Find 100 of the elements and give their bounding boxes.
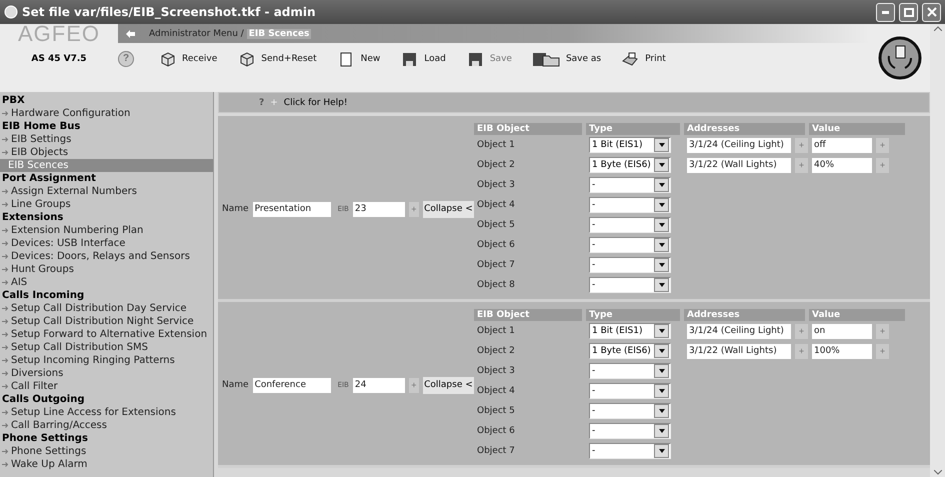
address-field[interactable]: 3/1/24 (Ceiling Light): [687, 324, 791, 338]
help-bar[interactable]: ? + Click for Help!: [218, 92, 930, 113]
type-dropdown[interactable]: -: [589, 423, 671, 439]
sidebar-item[interactable]: EIB Settings: [0, 133, 213, 146]
name-label: Name: [222, 380, 249, 390]
arrow-icon: [2, 188, 9, 194]
address-field[interactable]: 3/1/22 (Wall Lights): [687, 158, 791, 172]
object-label: Object 6: [477, 426, 515, 436]
dropdown-arrow-icon: [658, 243, 664, 247]
type-dropdown[interactable]: -: [589, 197, 671, 213]
toolbar-button[interactable]: Print: [615, 50, 672, 66]
sidebar-section-title: Calls Outgoing: [1, 393, 86, 406]
arrow-icon: [2, 318, 9, 324]
sidebar-item[interactable]: Setup Call Distribution SMS: [0, 341, 213, 354]
sidebar-item[interactable]: Diversions: [0, 367, 213, 380]
sidebar-item[interactable]: Wake Up Alarm: [0, 458, 213, 471]
column-header: Type: [586, 123, 680, 135]
close-button[interactable]: [922, 2, 941, 22]
object-label: Object 6: [477, 240, 515, 250]
window-title: Set file var/files/EIB_Screenshot.tkf - admin: [22, 5, 317, 19]
breadcrumb-current: EIB Scences: [246, 28, 312, 38]
eib-field[interactable]: 23: [352, 202, 405, 216]
sidebar-item[interactable]: Line Groups: [0, 198, 213, 211]
minimize-button[interactable]: [876, 2, 895, 22]
arrow-icon: [2, 202, 9, 207]
type-dropdown[interactable]: -: [589, 257, 671, 273]
sidebar-item[interactable]: AIS: [0, 276, 213, 289]
type-dropdown[interactable]: -: [589, 217, 671, 233]
arrow-icon: [2, 448, 9, 454]
column-header: Value: [809, 309, 905, 321]
column-header: EIB Object: [474, 123, 582, 135]
toolbar-button[interactable]: New: [330, 50, 386, 66]
sidebar-item[interactable]: Call Filter: [0, 380, 213, 393]
toolbar-button[interactable]: Save: [460, 50, 518, 66]
minimize-icon: [882, 10, 889, 14]
maximize-button[interactable]: [899, 2, 918, 22]
toolbar-button[interactable]: Save as: [526, 50, 608, 66]
address-field[interactable]: 3/1/24 (Ceiling Light): [687, 138, 791, 152]
collapse-button[interactable]: Collapse <: [422, 200, 474, 218]
object-label: Object 4: [477, 386, 515, 396]
arrow-icon: [2, 384, 9, 389]
sidebar-item[interactable]: Setup Call Distribution Night Service: [0, 315, 213, 328]
type-dropdown[interactable]: 1 Byte (EIS6): [589, 343, 671, 359]
object-label: Object 3: [477, 366, 515, 376]
sidebar-item[interactable]: Call Barring/Access: [0, 419, 213, 432]
toolbar-button[interactable]: Send+Reset: [231, 50, 323, 66]
type-dropdown[interactable]: -: [589, 277, 671, 293]
name-field[interactable]: Conference: [252, 378, 331, 392]
name-label: Name: [222, 204, 249, 214]
toolbar-button[interactable]: Load: [394, 50, 452, 66]
dropdown-arrow-icon: [658, 349, 664, 353]
name-field[interactable]: Presentation: [252, 202, 331, 216]
value-field[interactable]: 100%: [812, 344, 872, 358]
sidebar-item[interactable]: Setup Incoming Ringing Patterns: [0, 354, 213, 367]
column-header: Type: [586, 309, 680, 321]
type-dropdown[interactable]: -: [589, 177, 671, 193]
sidebar-item[interactable]: Devices: Doors, Relays and Sensors: [0, 250, 213, 263]
dropdown-arrow-icon: [658, 183, 664, 187]
value-field[interactable]: on: [812, 324, 872, 338]
value-field[interactable]: 40%: [812, 158, 872, 172]
sidebar-item[interactable]: Hunt Groups: [0, 263, 213, 276]
value-field[interactable]: off: [812, 138, 872, 152]
dropdown-arrow-icon: [658, 283, 664, 287]
type-dropdown[interactable]: -: [589, 443, 671, 459]
sidebar-item[interactable]: Setup Call Distribution Day Service: [0, 302, 213, 315]
device-label: AS 45 V7.5: [30, 54, 88, 64]
object-label: Object 7: [477, 260, 515, 270]
object-label: Object 5: [477, 406, 515, 416]
sidebar-item[interactable]: Setup Line Access for Extensions: [0, 406, 213, 419]
arrow-icon: [2, 370, 9, 376]
sidebar-item[interactable]: Setup Forward to Alternative Extension: [0, 328, 213, 341]
collapse-button[interactable]: Collapse <: [422, 376, 474, 394]
column-header: Addresses: [684, 309, 805, 321]
scroll-up-icon[interactable]: [934, 26, 942, 31]
arrow-icon: [2, 344, 9, 350]
breadcrumb-path[interactable]: Administrator Menu /: [149, 28, 247, 38]
scrollbar[interactable]: [930, 24, 945, 477]
toolbar-button[interactable]: Receive: [152, 50, 224, 66]
sidebar-item[interactable]: EIB Objects: [0, 146, 213, 159]
scroll-down-icon[interactable]: [934, 470, 942, 475]
eib-field[interactable]: 24: [352, 378, 405, 392]
type-dropdown[interactable]: -: [589, 363, 671, 379]
sidebar-item[interactable]: Devices: USB Interface: [0, 237, 213, 250]
sidebar-item[interactable]: Assign External Numbers: [0, 185, 213, 198]
globe-icon: [4, 5, 18, 19]
address-field[interactable]: 3/1/22 (Wall Lights): [687, 344, 791, 358]
sidebar-item[interactable]: Hardware Configuration: [0, 107, 213, 120]
type-dropdown[interactable]: 1 Bit (EIS1): [589, 323, 671, 339]
type-dropdown[interactable]: -: [589, 383, 671, 399]
object-label: Object 2: [477, 346, 515, 356]
sidebar-item[interactable]: Extension Numbering Plan: [0, 224, 213, 237]
arrow-icon: [2, 254, 9, 259]
type-dropdown[interactable]: 1 Bit (EIS1): [589, 137, 671, 153]
close-icon: [926, 7, 936, 17]
sidebar-item[interactable]: Phone Settings: [0, 445, 213, 458]
type-dropdown[interactable]: 1 Byte (EIS6): [589, 157, 671, 173]
sidebar-section-title: Extensions: [1, 211, 64, 224]
back-arrow-icon[interactable]: [126, 30, 135, 38]
type-dropdown[interactable]: -: [589, 403, 671, 419]
type-dropdown[interactable]: -: [589, 237, 671, 253]
